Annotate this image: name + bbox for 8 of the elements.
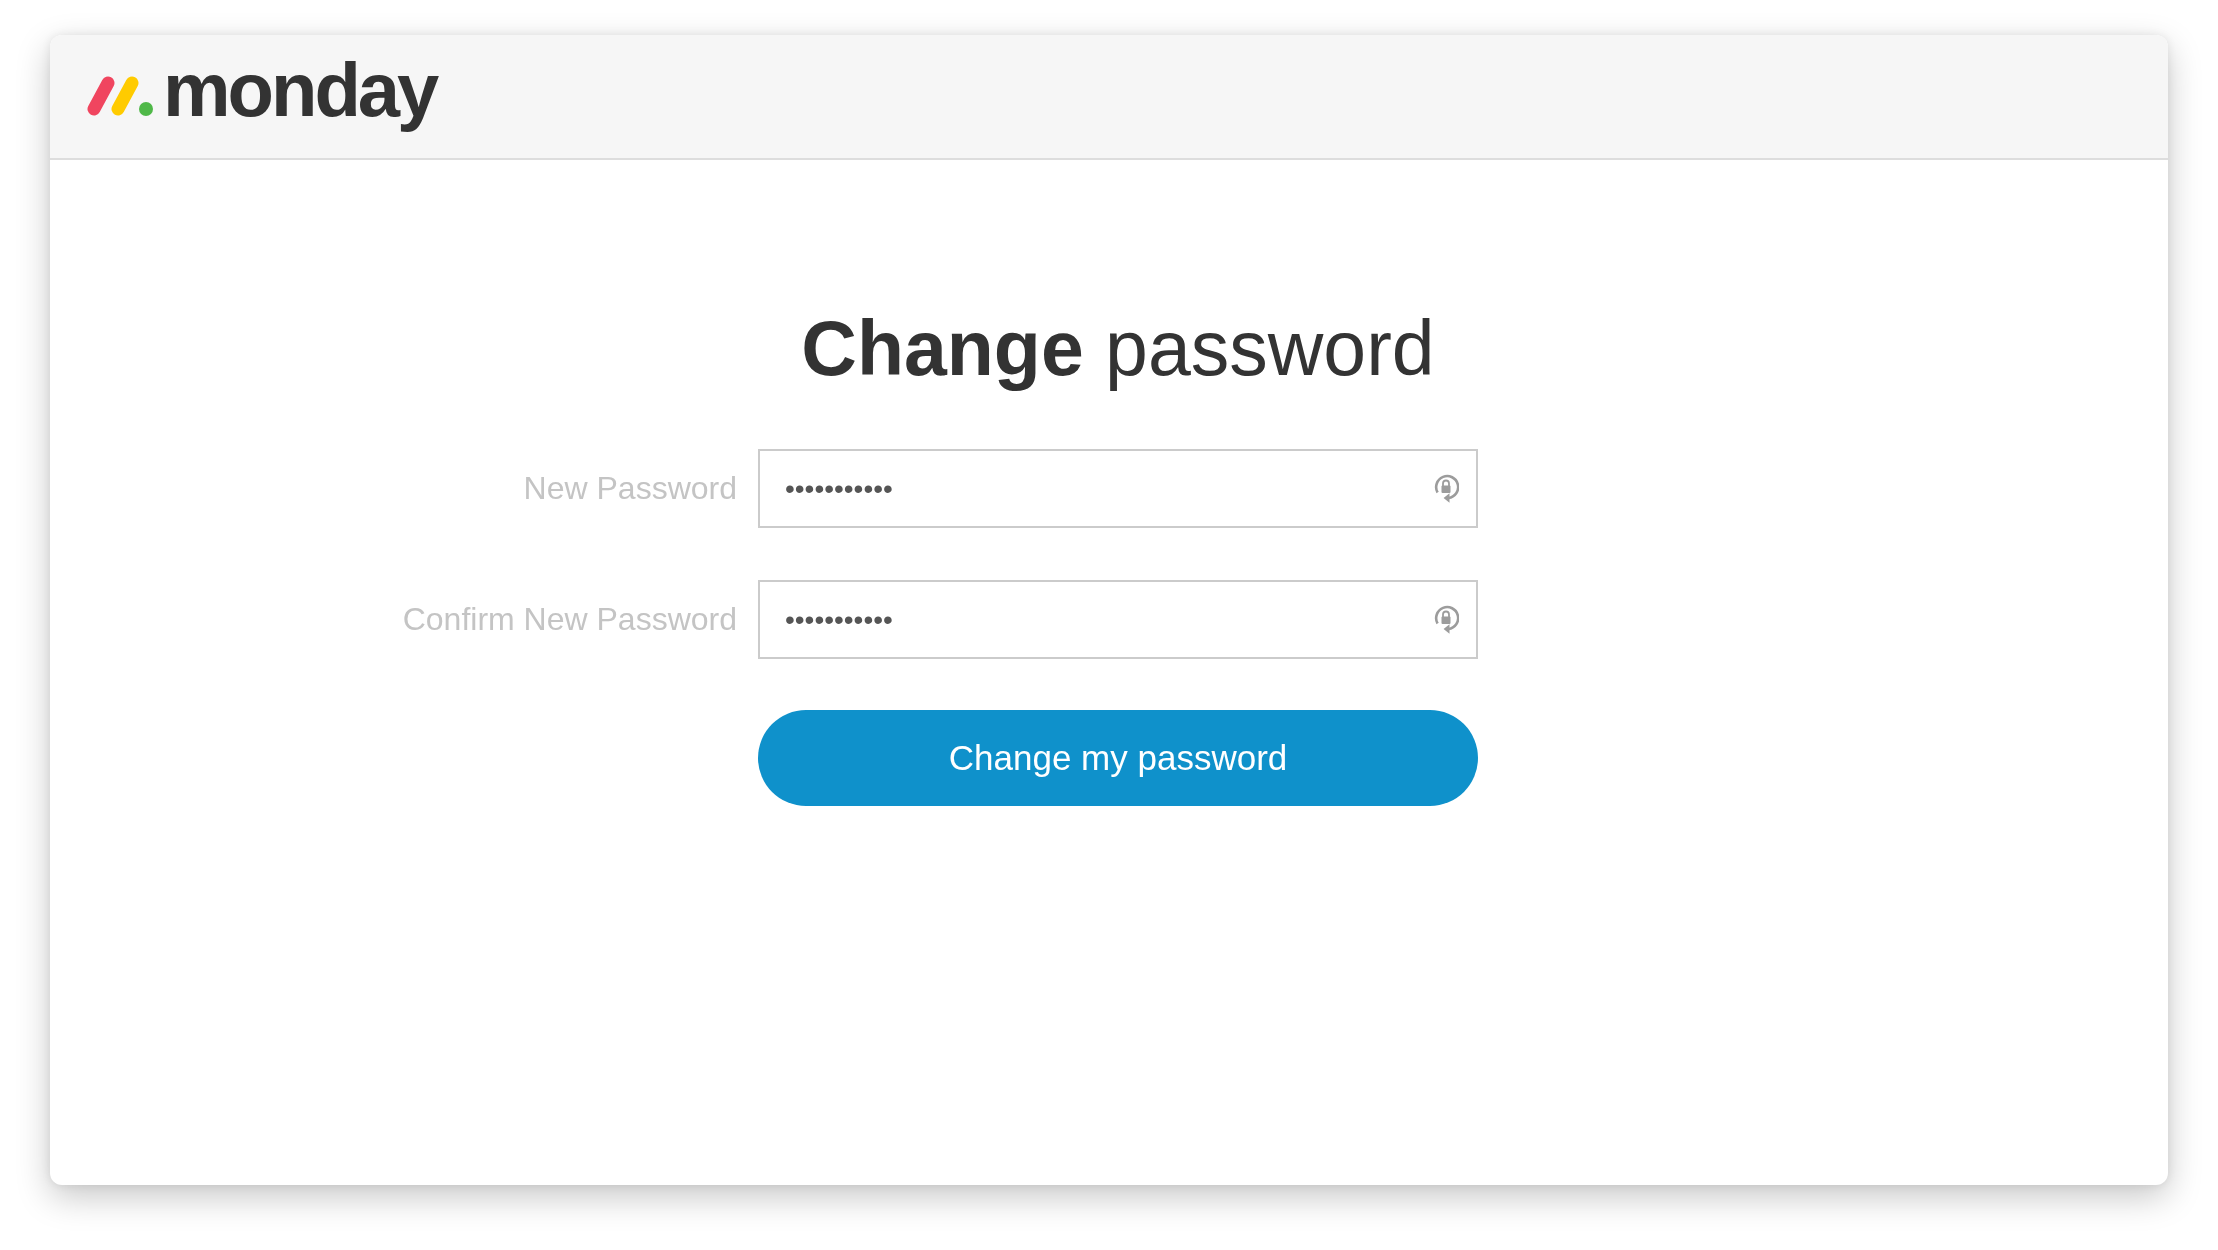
change-password-button[interactable]: Change my password	[758, 710, 1478, 806]
password-field[interactable]: •••••••••••	[758, 449, 1478, 528]
password-field[interactable]: •••••••••••	[758, 580, 1478, 659]
lock-refresh-icon[interactable]	[1433, 604, 1459, 634]
field-label: Confirm New Password	[402, 601, 737, 638]
logo-icon	[86, 76, 153, 116]
field-label: New Password	[523, 470, 737, 507]
lock-refresh-icon[interactable]	[1433, 473, 1459, 503]
